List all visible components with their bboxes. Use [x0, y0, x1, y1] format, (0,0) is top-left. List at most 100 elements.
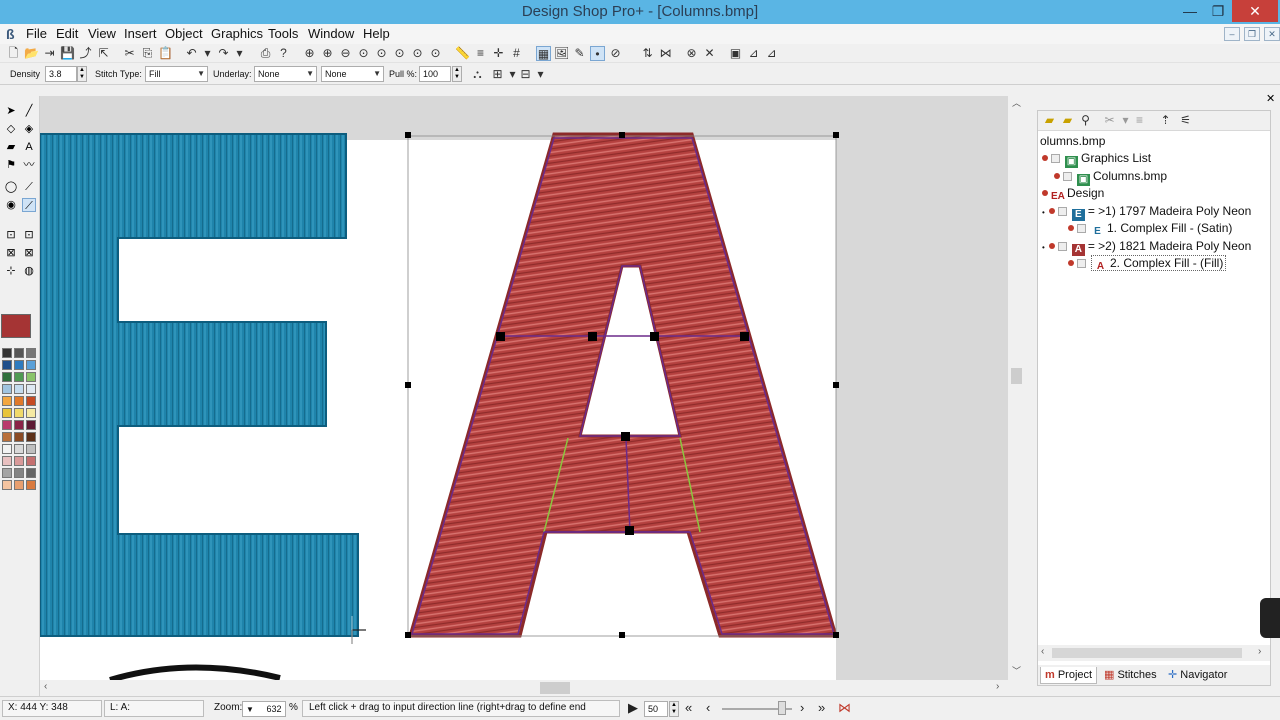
- menu-graphics[interactable]: Graphics: [211, 26, 263, 41]
- complex-fill-icon[interactable]: ◉: [4, 198, 18, 212]
- lock-stitch-icon[interactable]: ⛬: [470, 67, 485, 82]
- 3d-view-icon[interactable]: ▦: [536, 46, 551, 61]
- palette-swatch[interactable]: [2, 408, 12, 418]
- zoom-1to1-icon[interactable]: ⊙: [374, 46, 389, 61]
- cut-icon[interactable]: ✂: [122, 46, 137, 61]
- checkbox-icon[interactable]: [1051, 154, 1060, 163]
- palette-swatch[interactable]: [14, 372, 24, 382]
- palette-swatch[interactable]: [26, 456, 36, 466]
- lock-icon[interactable]: ⊡: [4, 228, 18, 242]
- palette-swatch[interactable]: [14, 408, 24, 418]
- redo-icon[interactable]: ↷: [216, 46, 231, 61]
- lock2-icon[interactable]: ⊡: [22, 228, 36, 242]
- mdi-minimize-icon[interactable]: –: [1224, 27, 1240, 41]
- show-points-icon[interactable]: •: [590, 46, 605, 61]
- tie-in-icon[interactable]: ⊞: [490, 67, 505, 82]
- handle-tm[interactable]: [619, 132, 625, 138]
- scroll-up-icon[interactable]: ︿: [1012, 96, 1021, 109]
- column-tool-icon[interactable]: ⚑: [4, 158, 18, 172]
- visible-dot-icon[interactable]: [1048, 208, 1055, 214]
- palette-swatch[interactable]: [26, 408, 36, 418]
- rewind-fast-icon[interactable]: «: [685, 700, 692, 715]
- folder-icon[interactable]: ▰: [1042, 113, 1057, 128]
- export-icon[interactable]: ⇱: [96, 46, 111, 61]
- stitch-step-spinner-icon[interactable]: ▲ ▼: [669, 701, 679, 717]
- new-file-icon[interactable]: 🗋: [6, 46, 21, 61]
- scroll-down-icon[interactable]: ﹀: [1012, 664, 1021, 677]
- checkbox-icon[interactable]: [1057, 207, 1067, 216]
- import-icon[interactable]: ⇥: [42, 46, 57, 61]
- satin-tool-icon[interactable]: ⟋: [22, 180, 36, 194]
- palette-swatch[interactable]: [26, 396, 36, 406]
- eraser-icon[interactable]: ◈: [22, 122, 36, 136]
- node-point[interactable]: [740, 332, 749, 341]
- break2-icon[interactable]: ⊠: [22, 246, 36, 260]
- save-as-icon[interactable]: ⤴: [78, 46, 93, 61]
- visible-dot-icon[interactable]: [1068, 225, 1074, 231]
- scroll-right-icon[interactable]: ›: [1258, 646, 1261, 657]
- canvas-horizontal-scrollbar[interactable]: ‹ ›: [40, 680, 1008, 696]
- app-logo-icon[interactable]: ß: [6, 26, 20, 42]
- palette-swatch[interactable]: [26, 468, 36, 478]
- maximize-button[interactable]: ❐: [1202, 0, 1234, 22]
- hoop-icon[interactable]: ⊗: [684, 46, 699, 61]
- palette-swatch[interactable]: [14, 456, 24, 466]
- ellipse-tool-icon[interactable]: ◯: [4, 180, 18, 194]
- palette-swatch[interactable]: [26, 444, 36, 454]
- tree-fill-1[interactable]: E 1. Complex Fill - (Satin): [1068, 220, 1232, 237]
- tree-root[interactable]: olumns.bmp: [1040, 133, 1105, 150]
- palette-swatch[interactable]: [14, 384, 24, 394]
- scroll-right-icon[interactable]: ›: [996, 681, 999, 692]
- palette-swatch[interactable]: [2, 360, 12, 370]
- close-button[interactable]: ✕: [1232, 0, 1278, 22]
- visible-dot-icon[interactable]: [1048, 243, 1055, 249]
- current-color-swatch[interactable]: [1, 314, 31, 338]
- selected-node[interactable]: A 2. Complex Fill - (Fill): [1091, 255, 1227, 272]
- menu-help[interactable]: Help: [363, 26, 390, 41]
- pull-spinner-icon[interactable]: ▲ ▼: [452, 66, 462, 82]
- menu-file[interactable]: File: [26, 26, 47, 41]
- select-all-icon[interactable]: ▣: [728, 46, 743, 61]
- panel-close-icon[interactable]: ✕: [1266, 92, 1275, 105]
- step-forward-icon[interactable]: ›: [800, 700, 804, 715]
- palette-swatch[interactable]: [14, 432, 24, 442]
- tree-graphics-list[interactable]: ▣ Graphics List: [1042, 150, 1151, 168]
- visible-dot-icon[interactable]: [1054, 173, 1060, 179]
- canvas-vertical-scrollbar[interactable]: ︿ ﹀: [1008, 96, 1025, 680]
- design-canvas[interactable]: [40, 96, 1008, 680]
- menu-insert[interactable]: Insert: [124, 26, 157, 41]
- palette-swatch[interactable]: [14, 396, 24, 406]
- panel-hscroll-thumb[interactable]: [1052, 648, 1242, 658]
- node-point[interactable]: [625, 526, 634, 535]
- checkbox-icon[interactable]: [1057, 242, 1067, 251]
- dropdown-icon[interactable]: ▾: [1118, 113, 1133, 128]
- sequence-icon[interactable]: ⇅: [640, 46, 655, 61]
- select-arrow-icon[interactable]: ➤: [4, 104, 18, 118]
- checkbox-icon[interactable]: [1077, 224, 1086, 233]
- palette-swatch[interactable]: [2, 444, 12, 454]
- palette-swatch[interactable]: [14, 444, 24, 454]
- stitch-type-select[interactable]: Fill ▼: [145, 66, 208, 82]
- palette-swatch[interactable]: [26, 480, 36, 490]
- zoom-fit-icon[interactable]: ⊙: [356, 46, 371, 61]
- edit-points-icon[interactable]: ◇: [4, 122, 18, 136]
- tie-off-dropdown-icon[interactable]: ▾: [533, 67, 548, 82]
- trims-icon[interactable]: ⋈: [658, 46, 673, 61]
- node-point[interactable]: [650, 332, 659, 341]
- palette-swatch[interactable]: [2, 468, 12, 478]
- expand-arrow-icon[interactable]: •: [1042, 208, 1045, 217]
- paste-icon[interactable]: 📋: [158, 46, 173, 61]
- move-up-icon[interactable]: ⇡: [1158, 113, 1173, 128]
- undo-icon[interactable]: ↶: [184, 46, 199, 61]
- direction-line-icon[interactable]: ⟋: [22, 198, 36, 212]
- hscroll-thumb[interactable]: [540, 682, 570, 694]
- palette-swatch[interactable]: [14, 468, 24, 478]
- palette-swatch[interactable]: [14, 348, 24, 358]
- zoom-all-icon[interactable]: ⊙: [410, 46, 425, 61]
- tree-graphics-item[interactable]: ▣ Columns.bmp: [1054, 168, 1167, 186]
- menu-view[interactable]: View: [88, 26, 116, 41]
- density-spinner-icon[interactable]: ▲ ▼: [77, 66, 87, 82]
- palette-swatch[interactable]: [2, 456, 12, 466]
- grid-icon[interactable]: #: [509, 46, 524, 61]
- help-icon[interactable]: ?: [276, 46, 291, 61]
